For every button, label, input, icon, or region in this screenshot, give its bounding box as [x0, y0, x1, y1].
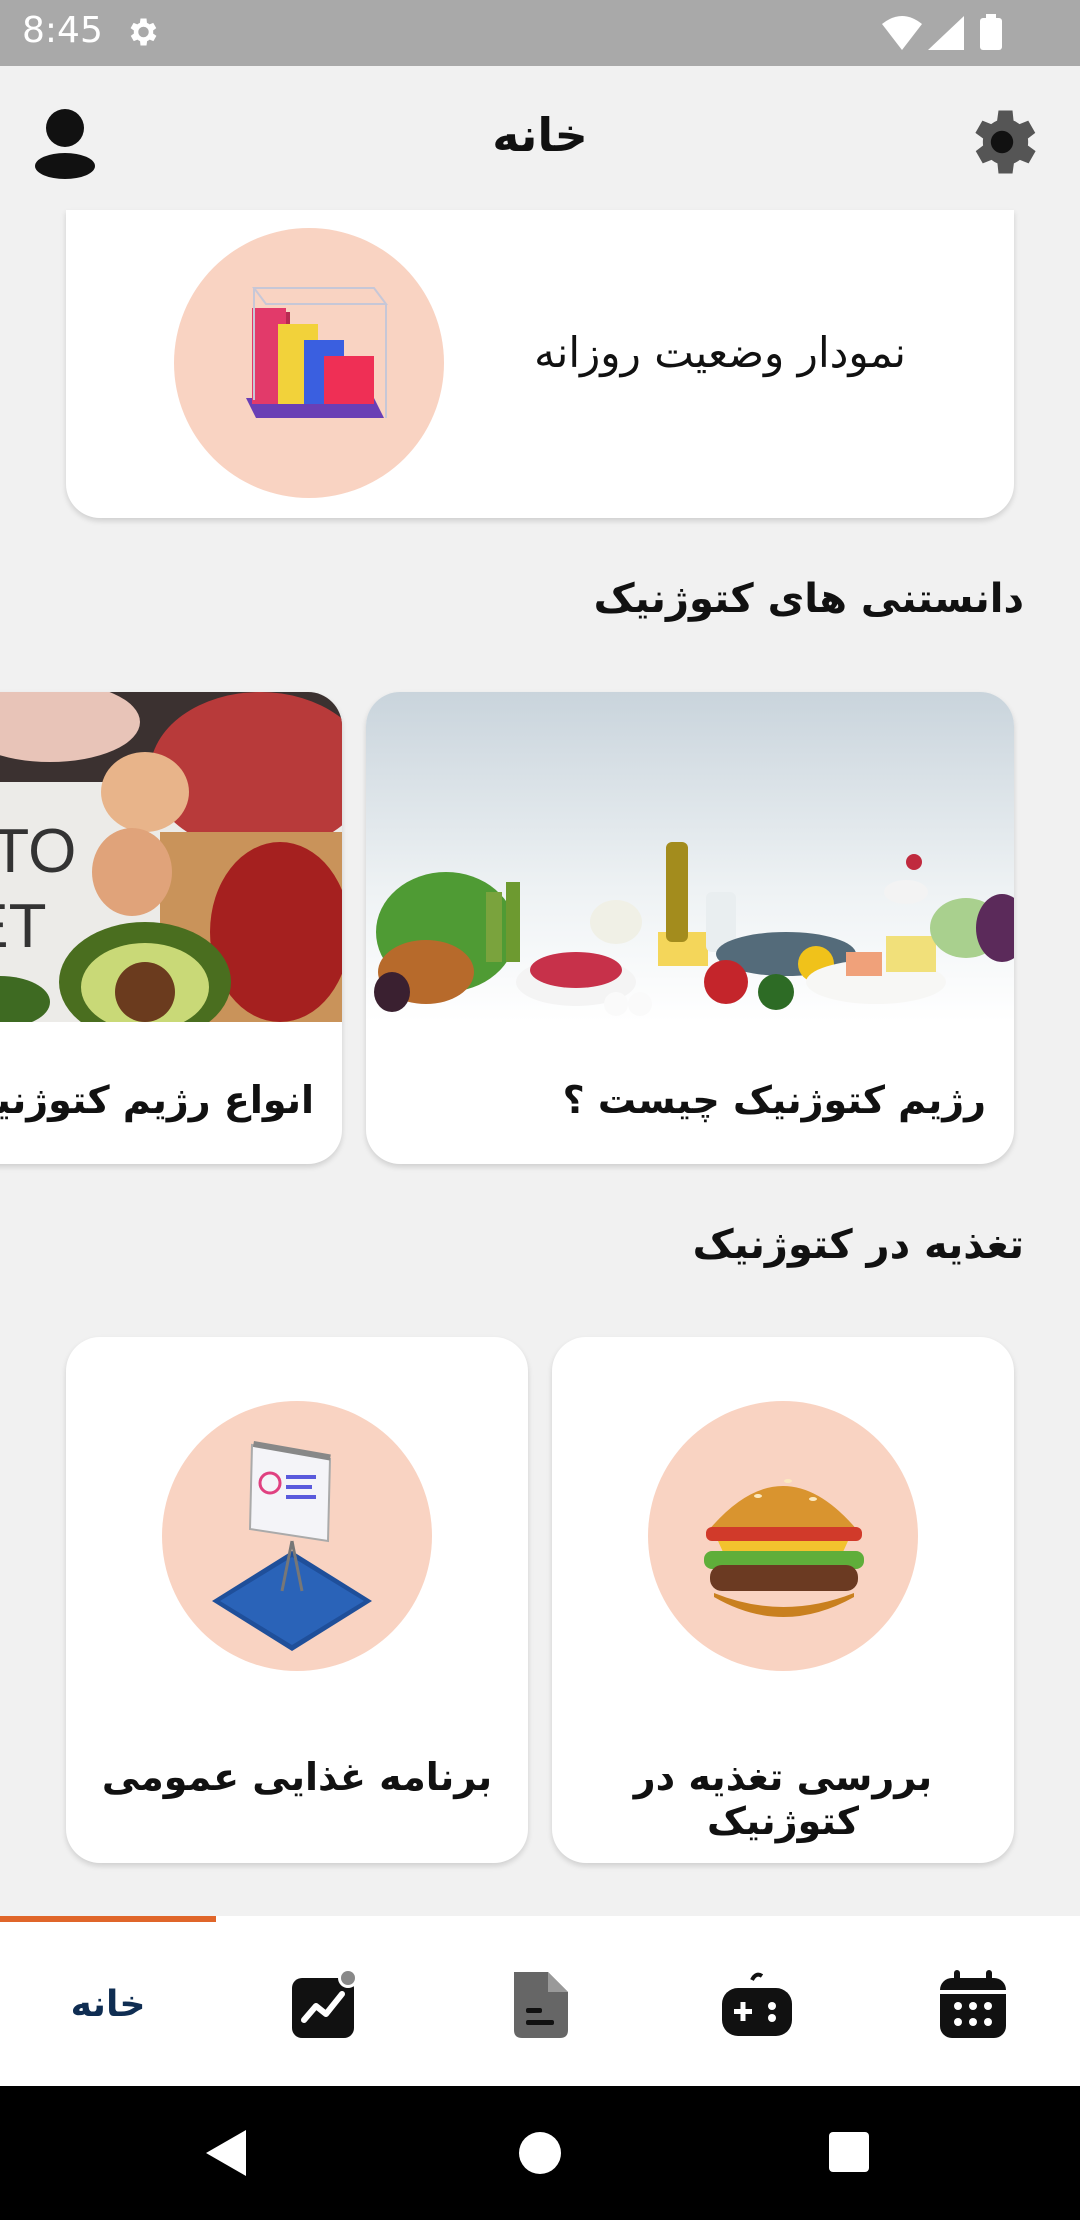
image-text-diet: IET [0, 892, 46, 961]
status-time: 8:45 [22, 10, 103, 51]
tab-home[interactable]: خانه [0, 1922, 216, 2086]
app-bar: خانه [0, 66, 1080, 218]
keto-knowledge-title: دانستنی های کتوژنیک [593, 576, 1024, 622]
tab-progress[interactable] [216, 1922, 432, 2086]
settings-icon[interactable] [960, 100, 1044, 188]
image-text-keto: ETO [0, 817, 76, 886]
bottom-navigation: خانه [0, 1916, 1080, 2086]
presentation-board-icon [212, 1441, 372, 1651]
wifi-icon [882, 16, 922, 54]
burger-icon-circle [648, 1401, 918, 1671]
gamepad-icon [722, 1972, 792, 2036]
recent-apps-icon[interactable] [829, 2132, 869, 2172]
tab-home-label: خانه [70, 1984, 146, 2025]
daily-chart-card[interactable]: نمودار وضعیت روزانه [66, 210, 1014, 518]
nutrition-card-caption: برنامه غذایی عمومی [101, 1755, 493, 1799]
article-card-keto-types[interactable]: ETO IET انواع رژیم کتوژنیک [0, 692, 342, 1164]
page-title: خانه [492, 108, 588, 162]
daily-chart-label: نمودار وضعیت روزانه [534, 328, 906, 377]
nutrition-title: تغذیه در کتوژنیک [692, 1222, 1024, 1268]
keto-foods-spread-photo [366, 692, 1014, 1022]
chart-icon-circle [174, 228, 444, 498]
calendar-icon [940, 1970, 1006, 2038]
article-caption: رژیم کتوژنیک چیست ؟ [562, 1078, 986, 1122]
settings-gear-icon [124, 14, 160, 54]
battery-icon [980, 14, 1002, 54]
bar-chart-3d-icon [246, 287, 388, 418]
nutrition-review-card[interactable]: بررسی تغذیه در کتوژنیک [552, 1337, 1014, 1863]
keto-diet-board-photo: ETO IET [0, 692, 342, 1022]
system-navigation-bar [0, 2086, 1080, 2220]
nutrition-card-caption: بررسی تغذیه در کتوژنیک [633, 1755, 933, 1843]
document-icon [514, 1972, 568, 2038]
general-meal-plan-card[interactable]: برنامه غذایی عمومی [66, 1337, 528, 1863]
home-circle-icon[interactable] [519, 2132, 561, 2174]
tab-games[interactable] [648, 1922, 864, 2086]
signal-icon [928, 16, 964, 54]
back-icon[interactable] [206, 2130, 246, 2180]
status-bar: 8:45 [0, 0, 1080, 66]
presentation-icon-circle [162, 1401, 432, 1671]
tab-calendar[interactable] [864, 1922, 1080, 2086]
burger-icon [704, 1479, 864, 1617]
trend-chart-icon [292, 1970, 358, 2038]
tab-articles[interactable] [432, 1922, 648, 2086]
article-caption: انواع رژیم کتوژنیک [0, 1078, 314, 1122]
article-card-what-is-keto[interactable]: رژیم کتوژنیک چیست ؟ [366, 692, 1014, 1164]
